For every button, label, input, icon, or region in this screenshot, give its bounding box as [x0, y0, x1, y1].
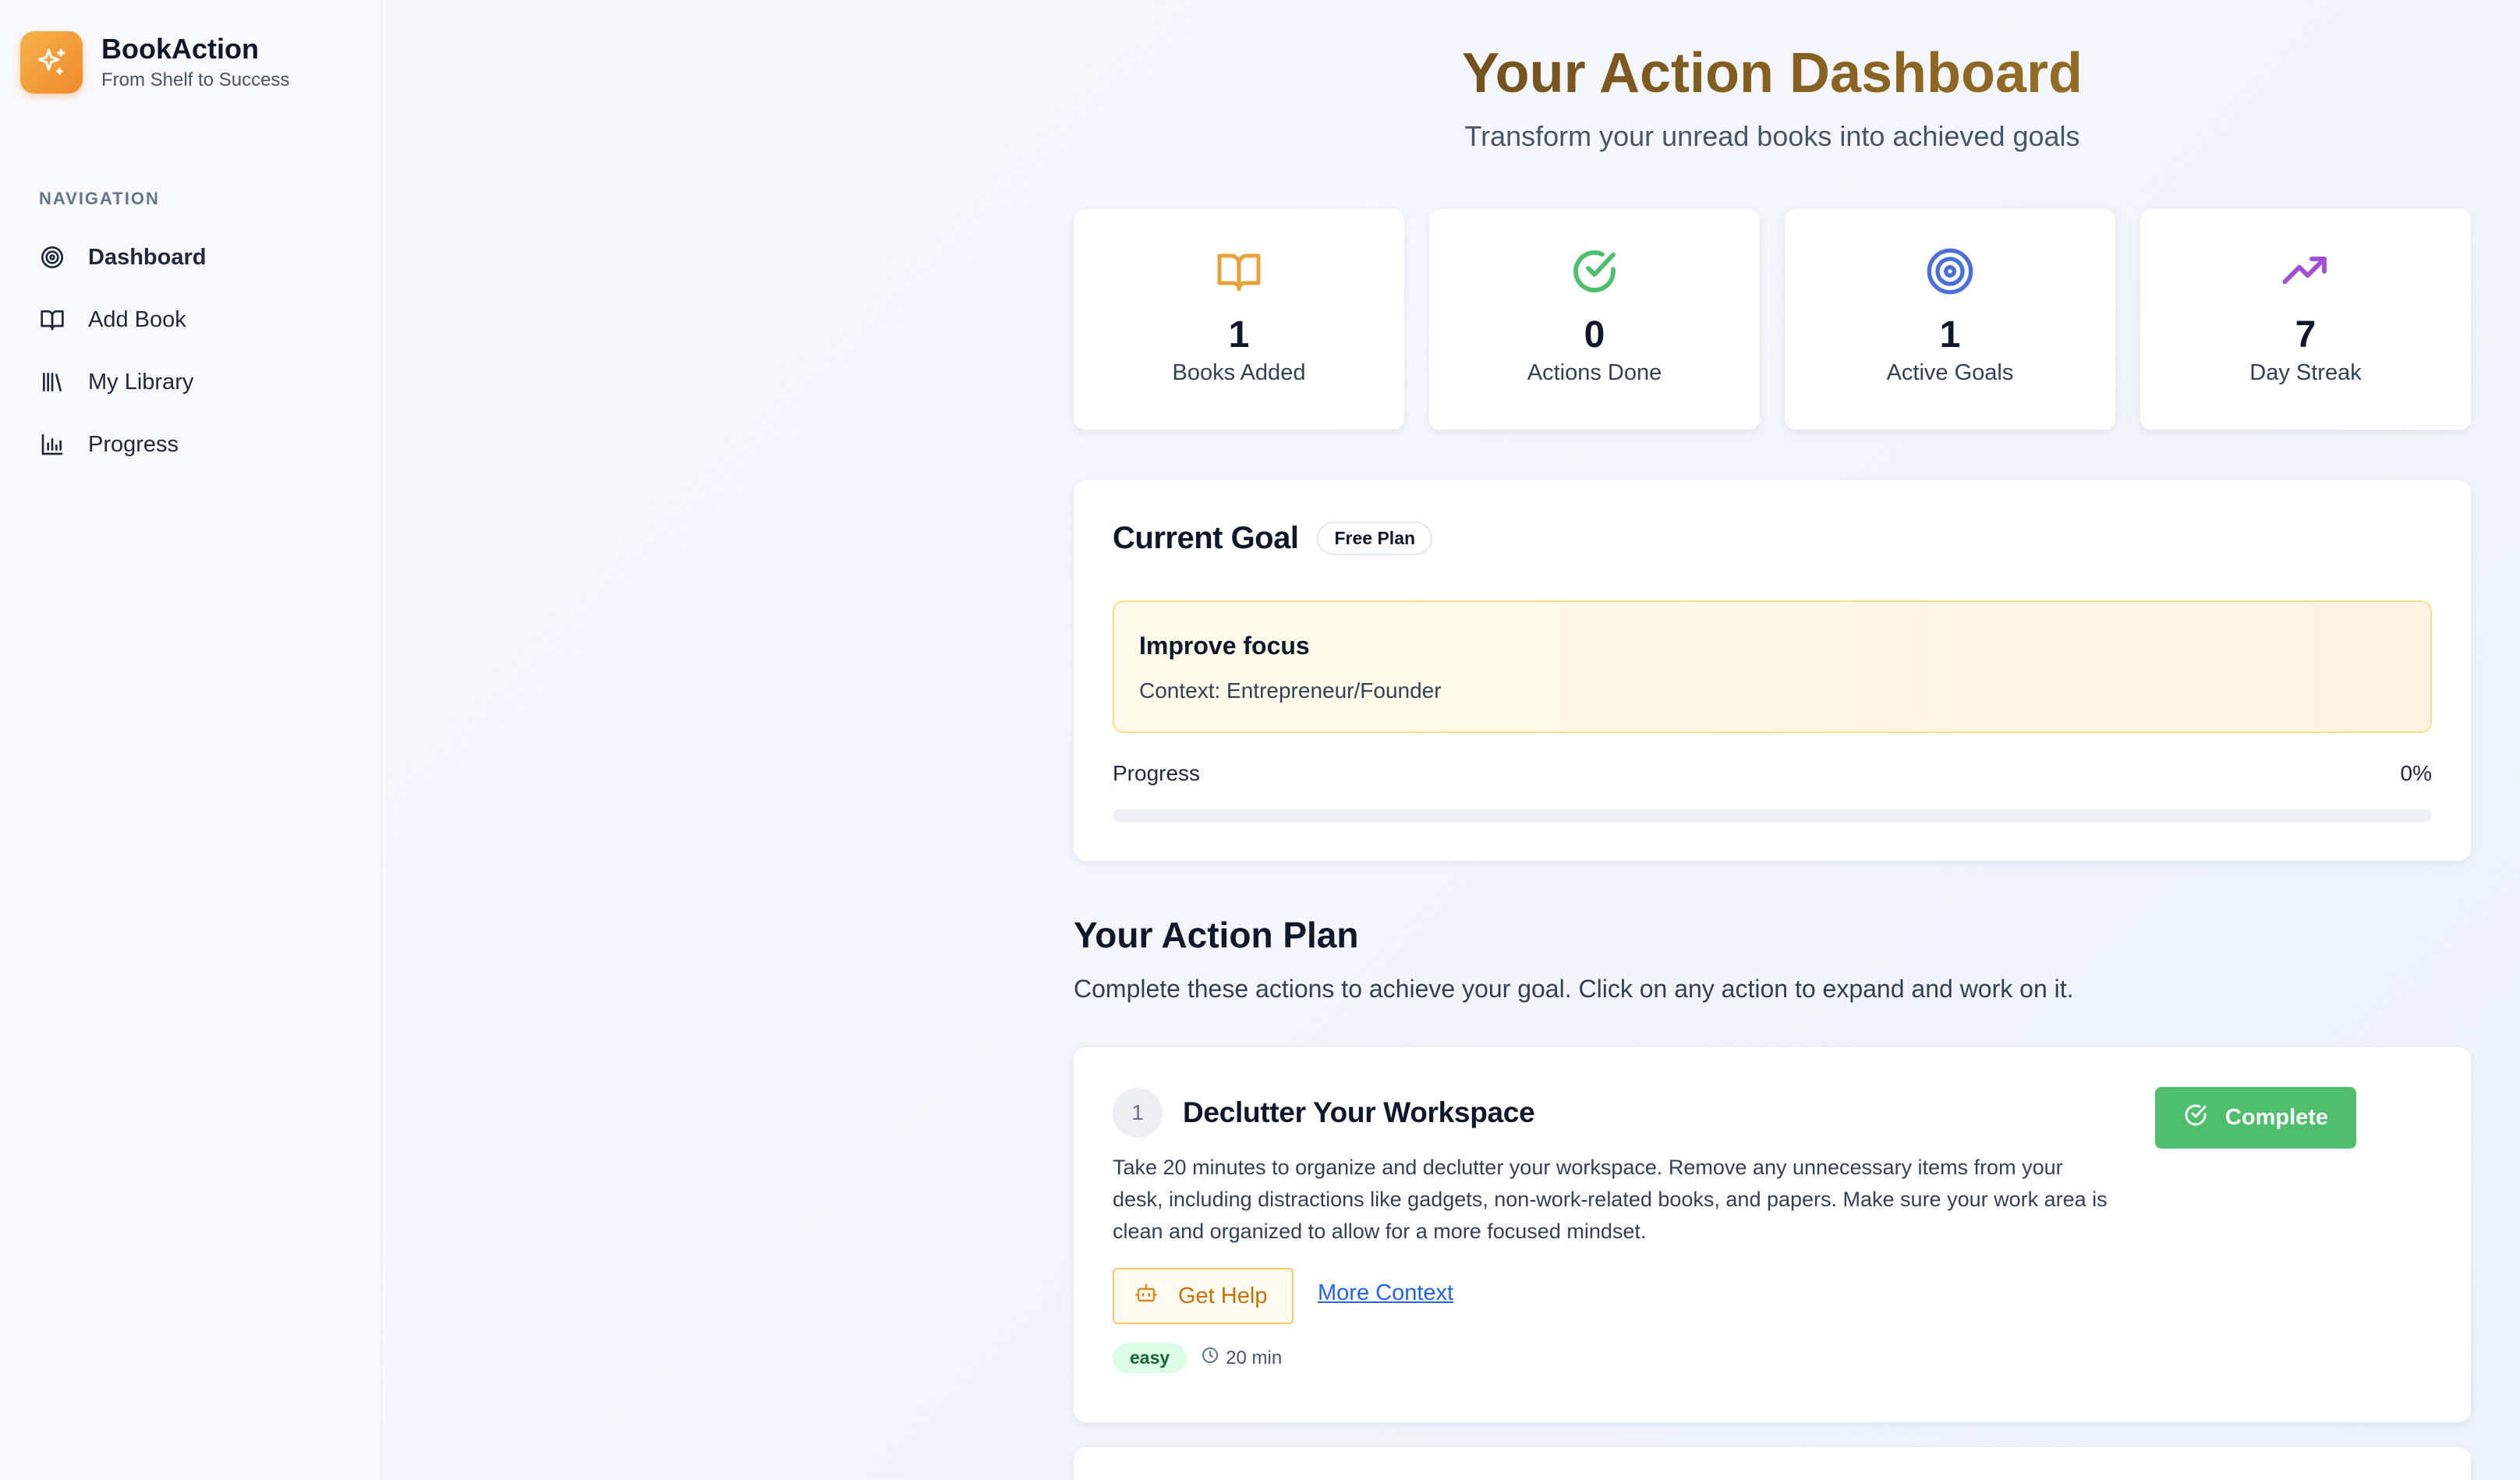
target-icon	[1925, 246, 1975, 296]
library-icon	[39, 369, 65, 395]
check-circle-icon	[2183, 1103, 2208, 1134]
stat-value: 1	[1228, 314, 1250, 356]
progress-bar	[1113, 809, 2432, 822]
sidebar-nav: Dashboard Add Book My Library Progress	[39, 226, 366, 476]
trending-up-icon	[2281, 246, 2331, 296]
sidebar-item-progress[interactable]: Progress	[39, 413, 366, 476]
goal-heading: Current Goal	[1113, 521, 1299, 555]
stat-card-streak: 7 Day Streak	[2140, 209, 2471, 430]
goal-title: Improve focus	[1139, 632, 1310, 660]
sidebar-item-dashboard[interactable]: Dashboard	[39, 226, 366, 289]
book-open-icon	[39, 306, 65, 333]
sidebar-item-label: Progress	[88, 431, 179, 457]
difficulty-badge: easy	[1113, 1343, 1187, 1373]
duration-label: 20 min	[1226, 1347, 1283, 1368]
check-circle-icon	[1570, 246, 1619, 296]
page-title: Your Action Dashboard	[1074, 39, 2471, 108]
brand[interactable]: BookAction From Shelf to Success	[20, 31, 289, 94]
progress-percent: 0%	[2400, 761, 2432, 785]
complete-button[interactable]: Complete	[2155, 1087, 2356, 1149]
sidebar: BookAction From Shelf to Success NAVIGAT…	[0, 0, 382, 1480]
stat-value: 0	[1584, 314, 1605, 356]
action-card[interactable]: 1 Declutter Your Workspace Complete Take…	[1074, 1047, 2471, 1422]
sidebar-item-my-library[interactable]: My Library	[39, 351, 366, 413]
nav-heading: NAVIGATION	[39, 189, 160, 208]
sidebar-item-label: My Library	[88, 369, 194, 395]
action-title: Declutter Your Workspace	[1183, 1096, 1535, 1128]
stat-card-actions: 0 Actions Done	[1429, 209, 1760, 430]
page-subtitle: Transform your unread books into achieve…	[1464, 120, 2080, 152]
brand-subtitle: From Shelf to Success	[101, 69, 290, 90]
action-plan-title: Your Action Plan	[1074, 915, 1359, 955]
get-help-label: Get Help	[1178, 1283, 1268, 1308]
stat-value: 1	[1939, 314, 1961, 356]
duration: 20 min	[1201, 1346, 1282, 1370]
stat-label: Active Goals	[1886, 360, 2014, 385]
plan-badge: Free Plan	[1317, 522, 1433, 555]
progress-label: Progress	[1113, 761, 1201, 785]
goal-context: Context: Entrepreneur/Founder	[1139, 678, 1442, 703]
stat-label: Books Added	[1172, 360, 1306, 385]
goal-summary: Improve focus Context: Entrepreneur/Foun…	[1113, 600, 2432, 733]
current-goal-card: Current Goal Free Plan Improve focus Con…	[1074, 480, 2471, 861]
action-card-next[interactable]	[1074, 1447, 2471, 1480]
clock-icon	[1201, 1346, 1219, 1370]
more-context-link[interactable]: More Context	[1318, 1280, 1453, 1306]
sidebar-item-add-book[interactable]: Add Book	[39, 289, 366, 351]
stat-card-goals: 1 Active Goals	[1785, 209, 2115, 430]
action-number: 1	[1113, 1088, 1163, 1138]
page-header: Your Action Dashboard Transform your unr…	[1074, 0, 2471, 154]
get-help-button[interactable]: Get Help	[1113, 1268, 1294, 1324]
stat-value: 7	[2295, 314, 2316, 356]
main-content: Your Action Dashboard Transform your unr…	[1074, 0, 2471, 1480]
bar-chart-icon	[39, 431, 65, 458]
sidebar-item-label: Add Book	[88, 306, 186, 332]
sparkles-icon	[20, 31, 83, 94]
stat-label: Actions Done	[1527, 360, 1662, 385]
stats-row: 1 Books Added 0 Actions Done 1 Active Go…	[1074, 209, 2471, 430]
brand-title: BookAction	[101, 33, 259, 65]
book-open-icon	[1213, 246, 1265, 296]
action-description: Take 20 minutes to organize and declutte…	[1113, 1156, 2108, 1243]
stat-card-books: 1 Books Added	[1074, 209, 1404, 430]
target-icon	[39, 244, 65, 271]
action-plan-description: Complete these actions to achieve your g…	[1074, 975, 2074, 1003]
stat-label: Day Streak	[2249, 360, 2362, 385]
sidebar-item-label: Dashboard	[88, 244, 207, 270]
bot-icon	[1134, 1281, 1158, 1311]
complete-button-label: Complete	[2224, 1105, 2329, 1130]
